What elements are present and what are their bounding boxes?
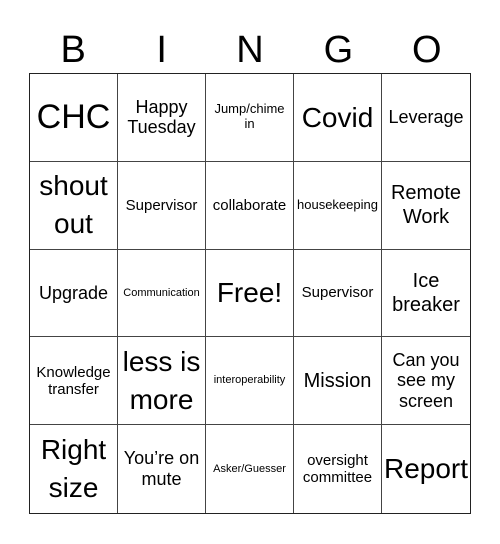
bingo-cell-label: interoperability: [213, 374, 286, 387]
bingo-cell-label: Asker/Guesser: [213, 462, 286, 475]
header-letter-o: O: [412, 29, 442, 71]
bingo-cell[interactable]: interoperability: [206, 337, 294, 426]
bingo-cell[interactable]: Supervisor: [118, 161, 206, 250]
bingo-cell-label: Jump/chime in: [214, 101, 285, 132]
bingo-cell-label: Upgrade: [38, 282, 109, 303]
bingo-grid: CHC Happy Tuesday Jump/chime in Covid Levera…: [29, 73, 471, 514]
bingo-cell[interactable]: collaborate: [206, 161, 294, 250]
bingo-cell-label: Free!: [216, 277, 283, 309]
bingo-cell[interactable]: Can you see my screen: [382, 337, 470, 426]
bingo-cell-label: Leverage: [388, 107, 464, 128]
header-letter-n: N: [236, 29, 264, 71]
bingo-cell-label: housekeeping: [297, 196, 378, 212]
bingo-cell-label: Can you see my screen: [392, 349, 460, 412]
bingo-cell-label: less is more: [122, 345, 201, 415]
bingo-cell-label: Report: [383, 453, 469, 485]
bingo-cell-label: Supervisor: [301, 284, 374, 302]
bingo-cell-label: Ice breaker: [392, 269, 460, 316]
bingo-cell[interactable]: Leverage: [382, 74, 470, 162]
bingo-cell[interactable]: Supervisor: [294, 249, 382, 338]
bingo-cell[interactable]: Happy Tuesday: [118, 74, 206, 162]
bingo-cell[interactable]: Mission: [294, 337, 382, 426]
bingo-cell[interactable]: CHC: [30, 74, 118, 162]
bingo-cell-label: You’re on mute: [123, 448, 200, 490]
bingo-cell-label: Right size: [40, 434, 107, 504]
bingo-header: B I N G O: [29, 28, 471, 72]
bingo-cell-label: oversight committee: [302, 451, 373, 487]
bingo-cell-label: Knowledge transfer: [36, 363, 111, 398]
bingo-cell-label: collaborate: [212, 196, 287, 214]
bingo-cell[interactable]: oversight committee: [294, 425, 382, 513]
bingo-cell-label: Communication: [123, 286, 200, 299]
bingo-cell[interactable]: Remote Work: [382, 162, 470, 250]
header-letter-g: G: [323, 29, 354, 71]
bingo-cell-label: shout out: [39, 170, 108, 240]
bingo-cell[interactable]: Communication: [118, 249, 206, 338]
header-letter-i: I: [156, 29, 167, 71]
bingo-cell-label: Remote Work: [390, 182, 462, 229]
bingo-cell[interactable]: Ice breaker: [382, 250, 470, 338]
bingo-cell-label: Covid: [301, 101, 374, 133]
bingo-cell[interactable]: You’re on mute: [118, 425, 206, 513]
bingo-cell[interactable]: less is more: [118, 337, 206, 426]
bingo-cell[interactable]: shout out: [30, 161, 118, 250]
bingo-cell[interactable]: Report: [382, 425, 470, 513]
bingo-cell[interactable]: Covid: [294, 74, 382, 162]
bingo-cell[interactable]: Jump/chime in: [206, 74, 294, 162]
bingo-cell-label: Supervisor: [125, 196, 198, 214]
bingo-cell[interactable]: Free!: [206, 249, 294, 338]
bingo-cell[interactable]: Right size: [30, 425, 118, 513]
bingo-cell[interactable]: Asker/Guesser: [206, 425, 294, 513]
bingo-cell-label: CHC: [36, 97, 111, 136]
bingo-cell[interactable]: Upgrade: [30, 249, 118, 338]
bingo-cell-label: Happy Tuesday: [127, 96, 196, 138]
bingo-cell-label: Mission: [303, 369, 372, 392]
bingo-cell[interactable]: Knowledge transfer: [30, 337, 118, 426]
bingo-cell[interactable]: housekeeping: [294, 161, 382, 250]
header-letter-b: B: [60, 29, 86, 71]
